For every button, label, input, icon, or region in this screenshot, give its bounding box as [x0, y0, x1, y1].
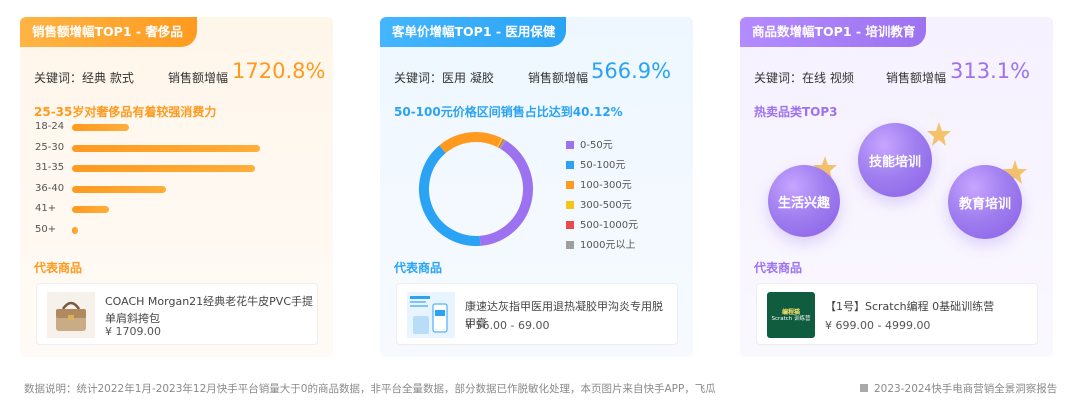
legend-label: 500-1000元 [580, 220, 639, 231]
keywords: 关键词：在线 视频 [754, 71, 854, 85]
legend-label: 50-100元 [580, 160, 626, 171]
chart-subtitle: 25-35岁对奢侈品有着较强消费力 [34, 105, 217, 119]
education-card: 商品数增幅TOP1 - 培训教育 关键词：在线 视频 销售额增幅 313.1% … [740, 17, 1053, 357]
age-tick-label: 50+ [35, 223, 57, 235]
legend-label: 300-500元 [580, 200, 632, 211]
age-tick-label: 41+ [35, 203, 57, 214]
thumb-brand: 编程猫 [781, 309, 800, 316]
donut-slice [479, 140, 533, 246]
age-tick-label: 36-40 [35, 182, 65, 194]
card-tag: 销售额增幅TOP1 - 奢侈品 [20, 17, 197, 47]
legend-label: 0-50元 [580, 140, 613, 151]
price-donut-chart [419, 132, 533, 246]
legend-item: 1000元以上 [566, 236, 635, 251]
legend-item: 50-100元 [566, 156, 625, 171]
product-price: ¥ 56.00 - 69.00 [465, 319, 550, 332]
product-card[interactable]: 康速达灰指甲医用退热凝胶甲沟炎专用脱甲膏 ¥ 56.00 - 69.00 [396, 283, 678, 345]
top3-bubble-3: 教育培训 [948, 165, 1022, 239]
age-bar [72, 206, 109, 213]
card-tag: 商品数增幅TOP1 - 培训教育 [740, 17, 926, 47]
sales-growth-label: 销售额增幅 [886, 71, 947, 85]
report-name: 2023-2024快手电商营销全景洞察报告 [860, 381, 1057, 396]
medicine-thumbnail [407, 292, 455, 338]
top3-bubble-1: 生活兴趣 [768, 165, 840, 237]
legend-item: 100-300元 [566, 176, 632, 191]
luxury-card: 销售额增幅TOP1 - 奢侈品 关键词：经典 款式 销售额增幅 1720.8% … [20, 17, 333, 357]
donut-slice [499, 139, 506, 149]
legend-item: 500-1000元 [566, 216, 638, 231]
sales-growth-label: 销售额增幅 [168, 71, 229, 85]
legend-swatch [566, 161, 574, 169]
sales-growth-value: 1720.8% [232, 59, 326, 83]
top3-bubble-2: 技能培训 [858, 123, 932, 197]
sales-growth-label: 销售额增幅 [528, 71, 589, 85]
age-bar [72, 144, 260, 152]
legend-swatch [566, 241, 574, 249]
legend-label: 100-300元 [580, 180, 632, 191]
medical-card: 客单价增幅TOP1 - 医用保健 关键词：医用 凝胶 销售额增幅 566.9% … [380, 17, 693, 357]
legend-item: 300-500元 [566, 196, 632, 211]
donut-slice [419, 145, 481, 246]
representative-title: 代表商品 [394, 261, 443, 275]
legend-swatch [566, 141, 574, 149]
keywords: 关键词：经典 款式 [34, 71, 134, 85]
legend-swatch [566, 221, 574, 229]
sales-growth-value: 566.9% [591, 59, 672, 83]
donut-slice [439, 132, 502, 154]
age-bar [72, 124, 130, 131]
age-bar [72, 165, 255, 172]
chart-subtitle: 热卖品类TOP3 [754, 105, 838, 119]
age-bar [72, 226, 78, 234]
handbag-thumbnail [47, 292, 95, 338]
product-name: 【1号】Scratch编程 0基础训练营 [825, 300, 995, 313]
thumb-title: Scratch 训练营 [771, 316, 811, 322]
age-tick-label: 31-35 [35, 162, 65, 173]
legend-item: 0-50元 [566, 136, 613, 151]
age-bar [72, 185, 166, 193]
legend-swatch [566, 181, 574, 189]
report-title: 2023-2024快手电商营销全景洞察报告 [874, 383, 1058, 395]
data-note: 数据说明：统计2022年1月-2023年12月快手平台销量大于0的商品数据，非平… [24, 383, 716, 395]
product-price: ¥ 1709.00 [105, 325, 161, 338]
sales-growth-value: 313.1% [950, 59, 1031, 83]
keywords: 关键词：医用 凝胶 [394, 71, 494, 85]
legend-swatch [566, 201, 574, 209]
representative-title: 代表商品 [754, 261, 803, 275]
representative-title: 代表商品 [34, 261, 83, 275]
product-card[interactable]: COACH Morgan21经典老花牛皮PVC手提单肩斜挎包 ¥ 1709.00 [36, 283, 318, 345]
product-name: COACH Morgan21经典老花牛皮PVC手提单肩斜挎包 [105, 295, 314, 325]
legend-label: 1000元以上 [580, 240, 636, 251]
star-icon [927, 122, 951, 146]
chart-subtitle: 50-100元价格区间销售占比达到40.12% [394, 105, 623, 119]
square-icon [860, 384, 868, 392]
product-price: ¥ 699.00 - 4999.00 [825, 319, 931, 332]
age-tick-label: 25-30 [35, 141, 65, 153]
product-card[interactable]: 编程猫 Scratch 训练营 【1号】Scratch编程 0基础训练营 ¥ 6… [756, 283, 1038, 345]
donut-slice [496, 138, 504, 148]
age-tick-label: 18-24 [35, 121, 65, 132]
course-thumbnail: 编程猫 Scratch 训练营 [767, 292, 815, 338]
card-tag: 客单价增幅TOP1 - 医用保健 [380, 17, 566, 47]
